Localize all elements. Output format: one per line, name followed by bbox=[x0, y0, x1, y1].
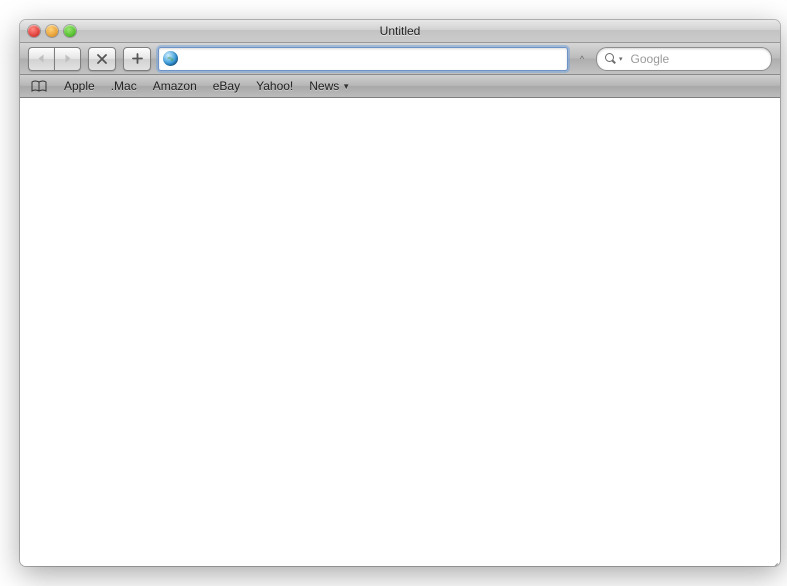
bookmark-item[interactable]: Amazon bbox=[153, 79, 197, 93]
bookmark-item[interactable]: .Mac bbox=[111, 79, 137, 93]
traffic-lights bbox=[28, 25, 76, 37]
titlebar[interactable]: Untitled bbox=[20, 20, 780, 43]
address-bar[interactable] bbox=[158, 47, 568, 71]
minimize-button[interactable] bbox=[46, 25, 58, 37]
forward-button[interactable] bbox=[54, 47, 81, 71]
stop-button[interactable] bbox=[88, 47, 116, 71]
browser-window: Untitled ^ ▾ Ap bbox=[20, 20, 780, 566]
bookmark-label: Amazon bbox=[153, 79, 197, 93]
bookmark-label: eBay bbox=[213, 79, 240, 93]
window-title: Untitled bbox=[20, 24, 780, 38]
bookmark-item[interactable]: Apple bbox=[64, 79, 95, 93]
chevron-down-icon: ▼ bbox=[342, 82, 350, 91]
plus-icon bbox=[132, 53, 143, 64]
zoom-button[interactable] bbox=[64, 25, 76, 37]
resize-handle[interactable] bbox=[764, 550, 778, 564]
close-button[interactable] bbox=[28, 25, 40, 37]
search-icon bbox=[605, 53, 617, 65]
search-bar[interactable]: ▾ bbox=[596, 47, 772, 71]
search-menu-caret-icon[interactable]: ▾ bbox=[619, 55, 623, 63]
bookmark-item[interactable]: Yahoo! bbox=[256, 79, 293, 93]
back-icon bbox=[37, 54, 46, 63]
nav-buttons bbox=[28, 47, 81, 71]
bookmark-label: Apple bbox=[64, 79, 95, 93]
toolbar: ^ ▾ bbox=[20, 43, 780, 75]
bookmark-label: News bbox=[309, 79, 339, 93]
content-area bbox=[20, 98, 780, 566]
forward-icon bbox=[63, 54, 72, 63]
address-input[interactable] bbox=[182, 49, 563, 69]
bookmark-label: Yahoo! bbox=[256, 79, 293, 93]
snapback-button[interactable]: ^ bbox=[575, 54, 589, 64]
bookmark-item[interactable]: eBay bbox=[213, 79, 240, 93]
bookmarks-menu-icon[interactable] bbox=[30, 80, 48, 93]
stop-icon bbox=[97, 54, 107, 64]
search-input[interactable] bbox=[629, 51, 780, 67]
bookmarks-bar: Apple .Mac Amazon eBay Yahoo! News▼ bbox=[20, 75, 780, 98]
bookmark-item-dropdown[interactable]: News▼ bbox=[309, 79, 350, 93]
bookmark-label: .Mac bbox=[111, 79, 137, 93]
add-bookmark-button[interactable] bbox=[123, 47, 151, 71]
back-button[interactable] bbox=[28, 47, 54, 71]
globe-icon bbox=[163, 51, 178, 66]
